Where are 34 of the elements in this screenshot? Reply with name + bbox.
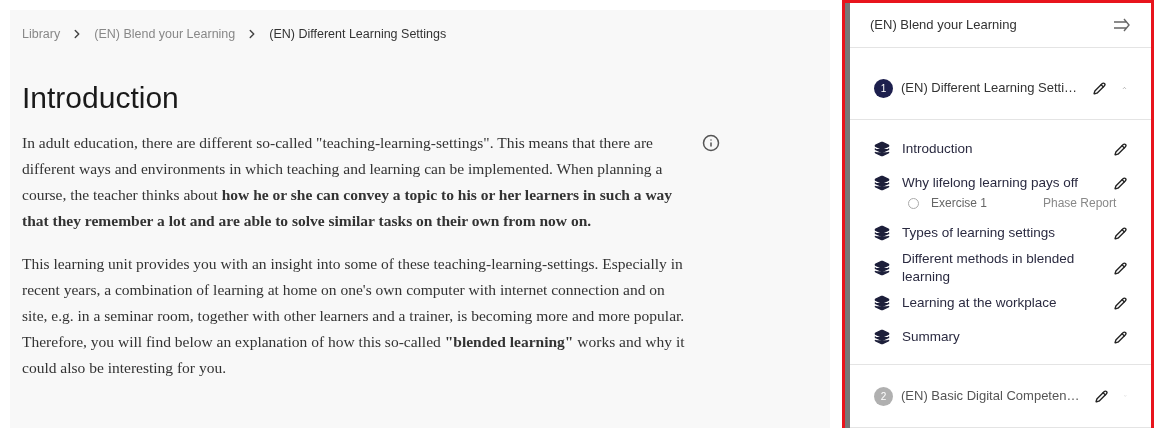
lesson-title[interactable]: Summary xyxy=(902,328,1102,346)
info-icon[interactable] xyxy=(702,134,720,152)
edit-icon[interactable] xyxy=(1093,81,1107,95)
lesson-title[interactable]: Introduction xyxy=(902,140,1102,158)
lesson-title[interactable]: Different methods in blended learning xyxy=(902,250,1102,286)
edit-icon[interactable] xyxy=(1114,261,1127,275)
lesson-title[interactable]: Learning at the workplace xyxy=(902,294,1102,312)
chapter-number: 2 xyxy=(874,386,893,406)
edit-icon[interactable] xyxy=(1095,389,1109,403)
layers-icon xyxy=(874,141,890,157)
lesson-title[interactable]: Types of learning settings xyxy=(902,224,1102,242)
layers-icon xyxy=(874,260,890,276)
edit-icon[interactable] xyxy=(1114,296,1127,310)
paragraph: This learning unit provides you with an insight into some of these teaching-learning-settings. Especially in recent years, a combination of learning at home on one's own computer with internet connection and on site, e.g. in a seminar room, together with other learners and a trainer, is becoming more and more popular. Therefore, you will find below an explanation of how this so-called "blended learning" works and why it could also be interesting for you. xyxy=(22,254,686,378)
paragraph: In adult education, there are different so-called "teaching-learning-settings". This means that there are different ways and environments in which teaching and learning can be implemented. When planning a course, the teacher thinks about how he or she can convey a topic to his or her learners in such a way that they remember a lot and are able to solve similar tasks on their own from now on. xyxy=(22,133,674,231)
lesson-title[interactable]: Why lifelong learning pays off xyxy=(902,174,1102,192)
edit-icon[interactable] xyxy=(1114,142,1127,156)
edit-icon[interactable] xyxy=(1114,330,1127,344)
layers-icon xyxy=(874,175,890,191)
breadcrumb-link[interactable]: (EN) Different Learning Settings xyxy=(269,24,447,44)
page-title: Introduction xyxy=(22,80,180,116)
collapse-panel-icon[interactable] xyxy=(1113,18,1131,33)
layers-icon xyxy=(874,295,890,311)
chapter-title[interactable]: (EN) Different Learning Setti… xyxy=(901,78,1078,98)
sidebar-title: (EN) Blend your Learning xyxy=(870,16,1017,35)
radio-button[interactable] xyxy=(908,197,919,209)
edit-icon[interactable] xyxy=(1114,226,1127,240)
chapter-number: 1 xyxy=(874,78,893,98)
edit-icon[interactable] xyxy=(1114,176,1127,190)
exercise-title[interactable]: Exercise 1 xyxy=(931,194,1031,212)
chapter-title[interactable]: (EN) Basic Digital Competen… xyxy=(901,386,1080,406)
layers-icon xyxy=(874,225,890,241)
exercise-tag: Phase Report xyxy=(1043,194,1117,212)
layers-icon xyxy=(874,329,890,345)
